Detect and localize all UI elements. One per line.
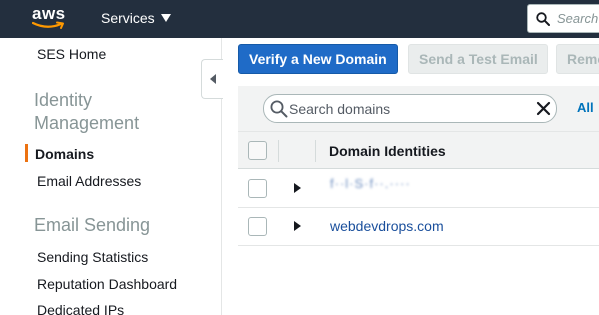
- global-search-box[interactable]: Search: [527, 4, 599, 33]
- column-divider: [315, 140, 316, 162]
- domain-link[interactable]: f··l·S·f··.····: [330, 176, 411, 191]
- table-row[interactable]: webdevdrops.com: [238, 208, 599, 246]
- row-checkbox[interactable]: [248, 217, 267, 236]
- select-all-checkbox[interactable]: [248, 141, 267, 160]
- search-icon: [536, 11, 550, 26]
- sidebar-item-dedicated-ips[interactable]: Dedicated IPs: [37, 302, 124, 315]
- column-divider: [278, 140, 279, 162]
- email-sending-heading: Email Sending: [34, 215, 151, 235]
- global-search-placeholder: Search: [557, 11, 599, 26]
- services-label: Services: [101, 10, 155, 26]
- aws-smile-icon: [32, 21, 64, 29]
- domain-link[interactable]: webdevdrops.com: [330, 218, 444, 234]
- ses-console: aws Services Search SES Home Identity Ma…: [0, 0, 599, 315]
- expand-arrow-icon[interactable]: [294, 221, 301, 231]
- services-menu[interactable]: Services: [101, 10, 171, 26]
- verify-new-domain-button[interactable]: Verify a New Domain: [238, 44, 398, 74]
- collapse-arrow-icon: [209, 74, 216, 84]
- search-domains-input[interactable]: [289, 99, 529, 119]
- row-checkbox[interactable]: [248, 179, 267, 198]
- sidebar-item-ses-home[interactable]: SES Home: [37, 46, 106, 62]
- column-header-domain-identities[interactable]: Domain Identities: [329, 143, 446, 159]
- search-domains-box[interactable]: [263, 94, 557, 123]
- filter-all-link[interactable]: All: [577, 100, 594, 115]
- caret-down-icon: [160, 14, 171, 22]
- table-row[interactable]: f··l·S·f··.····: [238, 170, 599, 208]
- sidebar: SES Home Identity Management Domains Ema…: [0, 38, 222, 315]
- top-navigation-bar: aws Services Search: [0, 0, 599, 38]
- search-icon: [270, 100, 288, 118]
- clear-icon[interactable]: [536, 101, 551, 116]
- filter-bar: All: [238, 86, 599, 131]
- domain-identities-panel: All Domain Identities f··l·S·f··.···· we…: [238, 86, 599, 315]
- remove-button[interactable]: Remove: [556, 44, 599, 74]
- identity-heading-line2: Management: [34, 113, 140, 133]
- identity-heading-line1: Identity: [34, 90, 93, 110]
- sidebar-item-domains[interactable]: Domains: [35, 146, 94, 162]
- aws-logo[interactable]: aws: [30, 4, 70, 32]
- send-test-email-button[interactable]: Send a Test Email: [408, 44, 548, 74]
- sidebar-item-email-addresses[interactable]: Email Addresses: [37, 173, 141, 189]
- active-item-marker: [25, 144, 28, 162]
- sidebar-item-sending-statistics[interactable]: Sending Statistics: [37, 249, 148, 265]
- sidebar-item-reputation-dashboard[interactable]: Reputation Dashboard: [37, 276, 177, 292]
- sidebar-collapse-button[interactable]: [201, 59, 223, 99]
- expand-arrow-icon[interactable]: [294, 183, 301, 193]
- table-header: Domain Identities: [238, 131, 599, 169]
